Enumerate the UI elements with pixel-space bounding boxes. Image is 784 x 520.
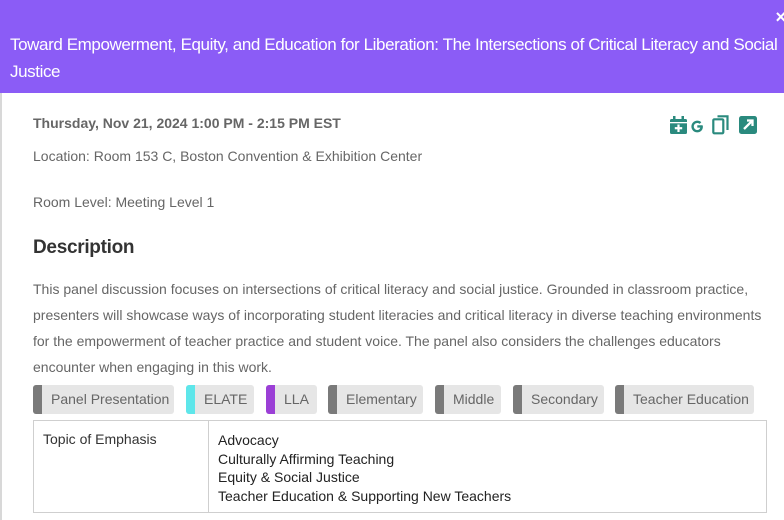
topic-of-emphasis-table: Topic of Emphasis Advocacy Culturally Af… [33, 420, 767, 513]
session-title: Toward Empowerment, Equity, and Educatio… [10, 35, 778, 81]
tag-elate[interactable]: ELATE [186, 385, 254, 414]
tag-label: LLA [284, 391, 309, 407]
tag-color-bar [435, 385, 444, 414]
table-divider [208, 421, 209, 512]
tag-color-bar [513, 385, 522, 414]
tag-label: Secondary [531, 391, 598, 407]
tag-color-bar [33, 385, 42, 414]
list-item: Culturally Affirming Teaching [218, 450, 395, 467]
tag-color-bar [186, 385, 195, 414]
tag-label: ELATE [204, 391, 248, 407]
tag-label: Elementary [346, 391, 417, 407]
session-datetime: Thursday, Nov 21, 2024 1:00 PM - 2:15 PM… [33, 115, 341, 131]
tag-elementary[interactable]: Elementary [328, 385, 423, 414]
topic-of-emphasis-label: Topic of Emphasis [43, 431, 157, 447]
session-room-level: Room Level: Meeting Level 1 [33, 194, 215, 210]
tag-color-bar [615, 385, 624, 414]
tag-lla[interactable]: LLA [266, 385, 317, 414]
session-location: Location: Room 153 C, Boston Convention … [33, 148, 423, 164]
tag-label: Middle [453, 391, 495, 407]
tag-panel-presentation[interactable]: Panel Presentation [33, 385, 174, 414]
tag-label: Teacher Education [633, 391, 749, 407]
tag-teacher-education[interactable]: Teacher Education [615, 385, 754, 414]
google-icon[interactable] [690, 119, 705, 139]
list-item: Advocacy [218, 432, 279, 448]
close-icon[interactable]: × [775, 7, 784, 27]
topic-of-emphasis-list: Advocacy Culturally Affirming Teaching E… [218, 431, 511, 505]
tag-secondary[interactable]: Secondary [513, 385, 604, 414]
tag-color-bar [328, 385, 337, 414]
tag-color-bar [266, 385, 275, 414]
open-external-icon[interactable] [738, 115, 758, 140]
modal-header: Toward Empowerment, Equity, and Educatio… [0, 0, 784, 93]
list-item: Equity & Social Justice [218, 469, 360, 485]
tag-label: Panel Presentation [51, 391, 170, 407]
description-heading: Description [33, 237, 135, 258]
copy-icon[interactable] [712, 115, 730, 140]
list-item: Teacher Education & Supporting New Teach… [218, 487, 512, 504]
tag-middle[interactable]: Middle [435, 385, 501, 414]
calendar-add-icon[interactable] [669, 115, 689, 140]
tag-list: Panel Presentation ELATE LLA Elementary … [33, 385, 773, 414]
description-text: This panel discussion focuses on interse… [33, 281, 762, 375]
